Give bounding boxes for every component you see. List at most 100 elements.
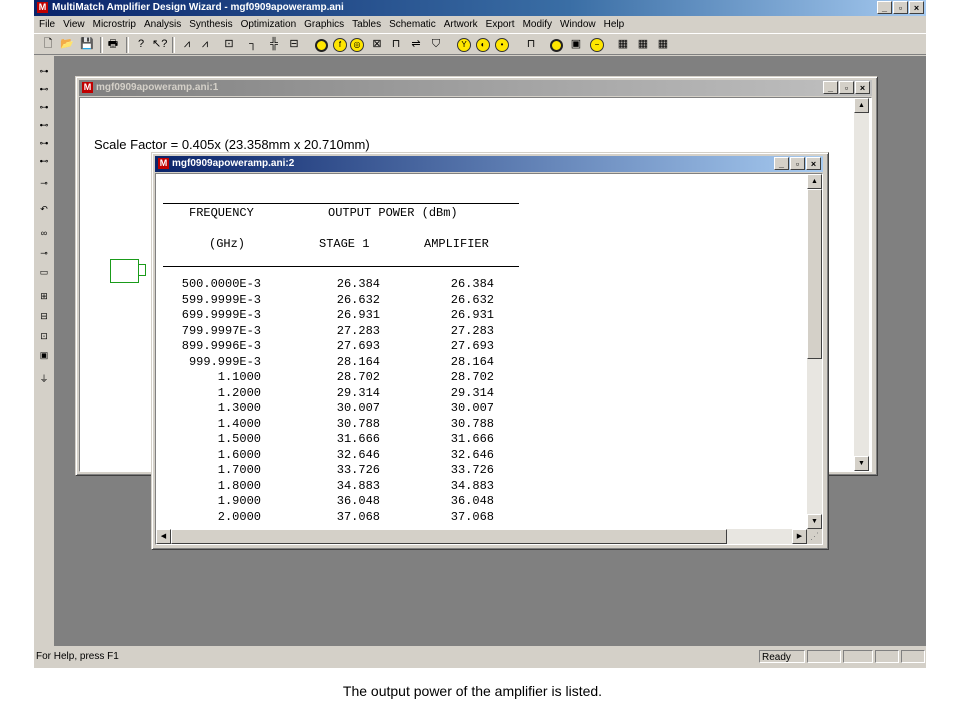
menu-microstrip[interactable]: Microstrip [89, 16, 140, 33]
menu-modify[interactable]: Modify [519, 16, 556, 33]
dot-circle-icon[interactable]: • [495, 38, 509, 52]
open-folder-icon[interactable]: 📂 [60, 37, 74, 51]
minimize-button[interactable]: _ [877, 1, 892, 14]
help-icon[interactable]: ? [134, 37, 148, 51]
element-tool-4-icon[interactable]: ⊷ [37, 118, 51, 132]
rect-tool-icon[interactable]: ▭ [37, 265, 51, 279]
pulse-tool-icon[interactable]: ⊓ [524, 37, 538, 51]
cell-frequency: 1.4000 [217, 416, 261, 431]
box-tool-icon[interactable]: ⊟ [287, 37, 301, 51]
status-help-text: For Help, press F1 [36, 651, 119, 662]
menu-graphics[interactable]: Graphics [300, 16, 348, 33]
f-circle-icon[interactable]: f [333, 38, 347, 52]
status-panel-4 [875, 650, 899, 663]
save-icon[interactable]: 💾 [80, 37, 94, 51]
smith-circle-icon[interactable]: ◐ [476, 38, 490, 52]
app-logo-icon: M [37, 2, 48, 13]
shield-tool-icon[interactable]: ⛉ [429, 37, 443, 51]
amplifier-tool-icon[interactable]: ⩘ [180, 37, 194, 51]
element-tool-3-icon[interactable]: ⊶ [37, 100, 51, 114]
stack-tool-1-icon[interactable]: ▦ [616, 37, 630, 51]
menu-optimization[interactable]: Optimization [237, 16, 301, 33]
table-close-button[interactable]: × [806, 157, 821, 170]
resize-grip-icon[interactable]: ⋰ [807, 529, 822, 544]
layout-close-button[interactable]: × [855, 81, 870, 94]
cell-amplifier: 28.702 [450, 370, 494, 384]
menu-file[interactable]: File [35, 16, 59, 33]
table-scroll-left-button[interactable]: ◀ [156, 529, 171, 544]
frame-box-icon[interactable]: ▣ [37, 348, 51, 362]
table-scroll-right-button[interactable]: ▶ [792, 529, 807, 544]
menu-export[interactable]: Export [482, 16, 519, 33]
restore-button[interactable]: ▫ [893, 1, 908, 14]
ring-tool-icon[interactable] [550, 39, 563, 52]
port-icon[interactable]: ⊓ [389, 37, 403, 51]
table-vertical-scrollbar[interactable]: ▲ ▼ [807, 174, 822, 529]
y-circle-icon[interactable]: Y [457, 38, 471, 52]
layout-window-title-bar[interactable]: M mgf0909apoweramp.ani:1 _ ▫ × [79, 80, 872, 96]
table-scroll-down-button[interactable]: ▼ [807, 514, 822, 529]
context-help-icon[interactable]: ↖? [152, 37, 167, 51]
layout-window-title: mgf0909apoweramp.ani:1 [96, 82, 219, 93]
element-tool-2-icon[interactable]: ⊷ [37, 82, 51, 96]
shunt-tool-icon[interactable]: ⊸ [37, 246, 51, 260]
layout-component-stub[interactable] [138, 264, 146, 276]
menu-tables[interactable]: Tables [348, 16, 385, 33]
stub-tool-icon[interactable]: ┐ [246, 37, 260, 51]
grid-box-icon[interactable]: ⊠ [370, 37, 384, 51]
cell-stage-1: 32.646 [336, 447, 380, 462]
minus-box-icon[interactable]: ⊟ [37, 309, 51, 323]
data-table-window-title-bar[interactable]: M mgf0909apoweramp.ani:2 _ ▫ × [155, 156, 823, 172]
component-tool-icon[interactable]: ⊡ [222, 37, 236, 51]
table-horizontal-scrollbar[interactable]: ◀ ▶ [156, 529, 807, 544]
print-icon[interactable]: 🖶 [106, 37, 120, 51]
minus-circle-icon[interactable]: − [590, 38, 604, 52]
cell-frequency: 1.1000 [217, 370, 261, 384]
table-hscroll-thumb[interactable] [171, 529, 727, 544]
cell-frequency: 2.0000 [217, 509, 261, 524]
series-tool-icon[interactable]: ∞ [37, 226, 51, 240]
cell-stage-1: 33.726 [336, 463, 380, 477]
layout-minimize-button[interactable]: _ [823, 81, 838, 94]
menu-artwork[interactable]: Artwork [440, 16, 482, 33]
target-circle-icon[interactable]: ◎ [350, 38, 364, 52]
table-scroll-thumb[interactable] [807, 189, 822, 359]
header-amplifier: AMPLIFIER [424, 237, 489, 251]
element-tool-6-icon[interactable]: ⊷ [37, 154, 51, 168]
menu-schematic[interactable]: Schematic [385, 16, 440, 33]
tee-tool-icon[interactable]: ╬ [267, 37, 281, 51]
close-button[interactable]: × [909, 1, 924, 14]
dot-box-icon[interactable]: ⊡ [37, 329, 51, 343]
data-table-view[interactable]: FREQUENCY OUTPUT POWER (dBm) (GHz) STAGE… [155, 173, 823, 545]
layout-restore-button[interactable]: ▫ [839, 81, 854, 94]
layout-vertical-scrollbar[interactable]: ▲ ▼ [854, 98, 869, 471]
element-tool-5-icon[interactable]: ⊶ [37, 136, 51, 150]
element-tool-1-icon[interactable]: ⊶ [37, 64, 51, 78]
plus-box-icon[interactable]: ⊞ [37, 289, 51, 303]
scroll-up-button[interactable]: ▲ [854, 98, 869, 113]
square-tool-icon[interactable]: ▣ [569, 37, 583, 51]
application-window: M MultiMatch Amplifier Design Wizard - m… [34, 0, 926, 668]
table-scroll-up-button[interactable]: ▲ [807, 174, 822, 189]
amplifier-tool-2-icon[interactable]: ⩘ [198, 37, 212, 51]
scroll-down-button[interactable]: ▼ [854, 456, 869, 471]
circle-tool-icon[interactable] [315, 39, 328, 52]
probe-tool-icon[interactable]: ⏚ [37, 372, 51, 386]
menu-synthesis[interactable]: Synthesis [185, 16, 236, 33]
stack-tool-3-icon[interactable]: ▦ [656, 37, 670, 51]
table-minimize-button[interactable]: _ [774, 157, 789, 170]
menu-view[interactable]: View [59, 16, 89, 33]
line-tool-icon[interactable]: ⊸ [37, 176, 51, 190]
table-restore-button[interactable]: ▫ [790, 157, 805, 170]
equal-icon[interactable]: ⇌ [409, 37, 423, 51]
new-file-icon[interactable]: 🗋 [41, 37, 55, 51]
stack-tool-2-icon[interactable]: ▦ [636, 37, 650, 51]
menu-help[interactable]: Help [600, 16, 629, 33]
layout-component[interactable] [110, 259, 139, 283]
undo-tool-icon[interactable]: ↶ [37, 202, 51, 216]
app-title-bar[interactable]: M MultiMatch Amplifier Design Wizard - m… [34, 0, 926, 16]
menu-window[interactable]: Window [556, 16, 600, 33]
cell-amplifier: 27.693 [450, 339, 494, 353]
menu-analysis[interactable]: Analysis [140, 16, 185, 33]
cell-stage-1: 37.068 [336, 509, 380, 524]
